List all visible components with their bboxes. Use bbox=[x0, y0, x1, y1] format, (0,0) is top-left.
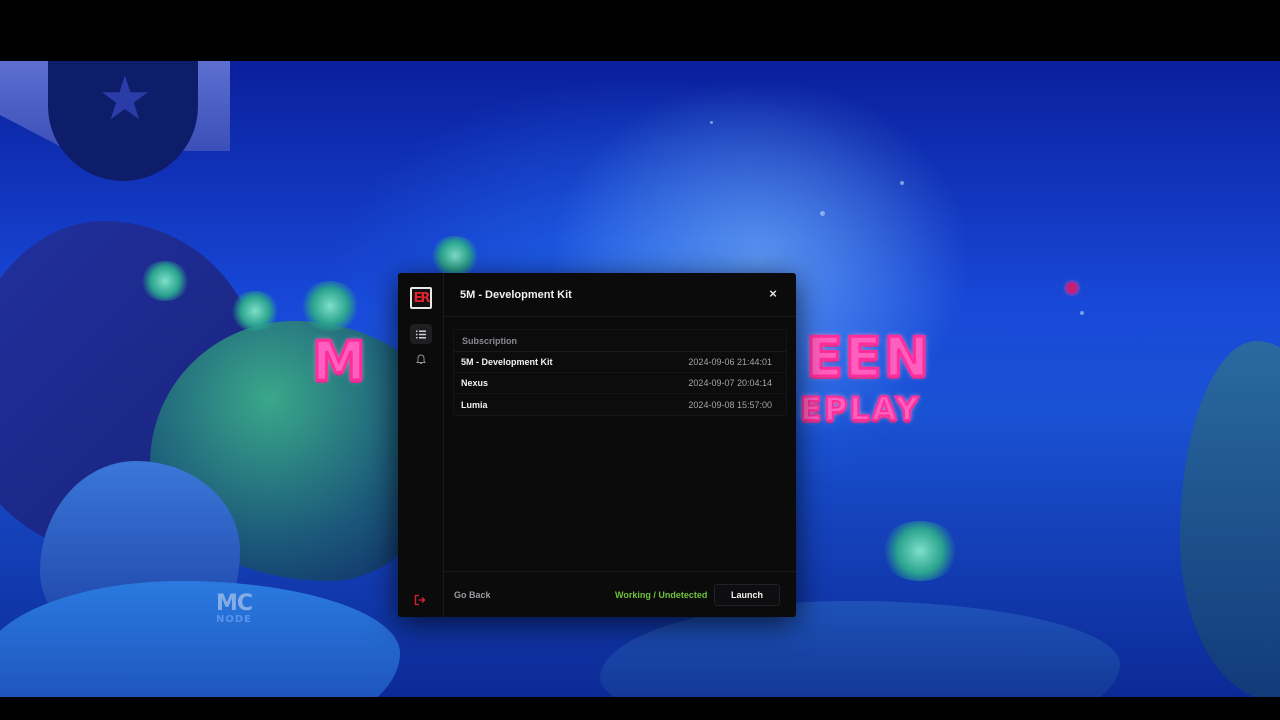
rock bbox=[0, 581, 400, 697]
subscription-expiry: 2024-09-08 15:57:00 bbox=[688, 399, 772, 410]
logo-text: ER bbox=[413, 290, 431, 306]
plant bbox=[140, 261, 190, 301]
bubble bbox=[1080, 311, 1084, 315]
table-row[interactable]: 5M - Development Kit 2024-09-06 21:44:01 bbox=[454, 352, 786, 373]
sidebar-item-notifications[interactable] bbox=[410, 349, 432, 369]
app-logo: ER bbox=[410, 287, 432, 309]
bubble bbox=[820, 211, 825, 216]
subtitle-text: EPLAY bbox=[799, 390, 921, 428]
star-icon: ★ bbox=[98, 65, 152, 132]
map-marker bbox=[1066, 282, 1078, 294]
rock bbox=[1180, 341, 1280, 697]
go-back-button[interactable]: Go Back bbox=[454, 590, 491, 600]
logout-icon bbox=[414, 594, 426, 606]
plant bbox=[880, 521, 960, 581]
sidebar: ER bbox=[398, 273, 444, 617]
screen: ★ M EEN EPLAY MC NODE ER 5M - Developmen… bbox=[0, 0, 1280, 720]
subscription-name: Nexus bbox=[461, 378, 489, 388]
table-row[interactable]: Nexus 2024-09-07 20:04:14 bbox=[454, 373, 786, 394]
subscription-name: Lumia bbox=[461, 399, 488, 410]
subscription-table: Subscription 5M - Development Kit 2024-0… bbox=[453, 329, 787, 416]
window-header: 5M - Development Kit × bbox=[444, 273, 796, 317]
title-text-part2: EEN bbox=[805, 326, 931, 389]
plant bbox=[300, 281, 360, 331]
subscription-expiry: 2024-09-06 21:44:01 bbox=[688, 357, 772, 367]
launcher-window: ER 5M - Development Kit × Subscription 5… bbox=[398, 273, 796, 617]
window-footer: Go Back Working / Undetected Launch bbox=[444, 571, 796, 617]
column-header-subscription: Subscription bbox=[462, 335, 518, 346]
plant bbox=[230, 291, 280, 331]
bell-icon bbox=[416, 353, 426, 364]
channel-watermark: MC NODE bbox=[216, 591, 253, 625]
sidebar-item-subscriptions[interactable] bbox=[410, 324, 432, 344]
close-button[interactable]: × bbox=[766, 287, 780, 301]
window-title: 5M - Development Kit bbox=[460, 289, 572, 301]
subscription-name: 5M - Development Kit bbox=[461, 357, 553, 367]
bubble bbox=[900, 181, 904, 185]
subscription-expiry: 2024-09-07 20:04:14 bbox=[688, 378, 772, 388]
logout-button[interactable] bbox=[414, 593, 428, 606]
list-icon bbox=[416, 330, 426, 338]
watermark-mc: MC bbox=[216, 591, 253, 616]
title-text-part1: M bbox=[311, 330, 368, 393]
launch-button[interactable]: Launch bbox=[714, 584, 780, 606]
plant bbox=[430, 236, 480, 276]
status-text: Working / Undetected bbox=[615, 590, 708, 600]
watermark-node: NODE bbox=[216, 614, 253, 625]
table-header: Subscription bbox=[454, 330, 786, 352]
table-row[interactable]: Lumia 2024-09-08 15:57:00 bbox=[454, 394, 786, 415]
bubble bbox=[710, 121, 713, 124]
